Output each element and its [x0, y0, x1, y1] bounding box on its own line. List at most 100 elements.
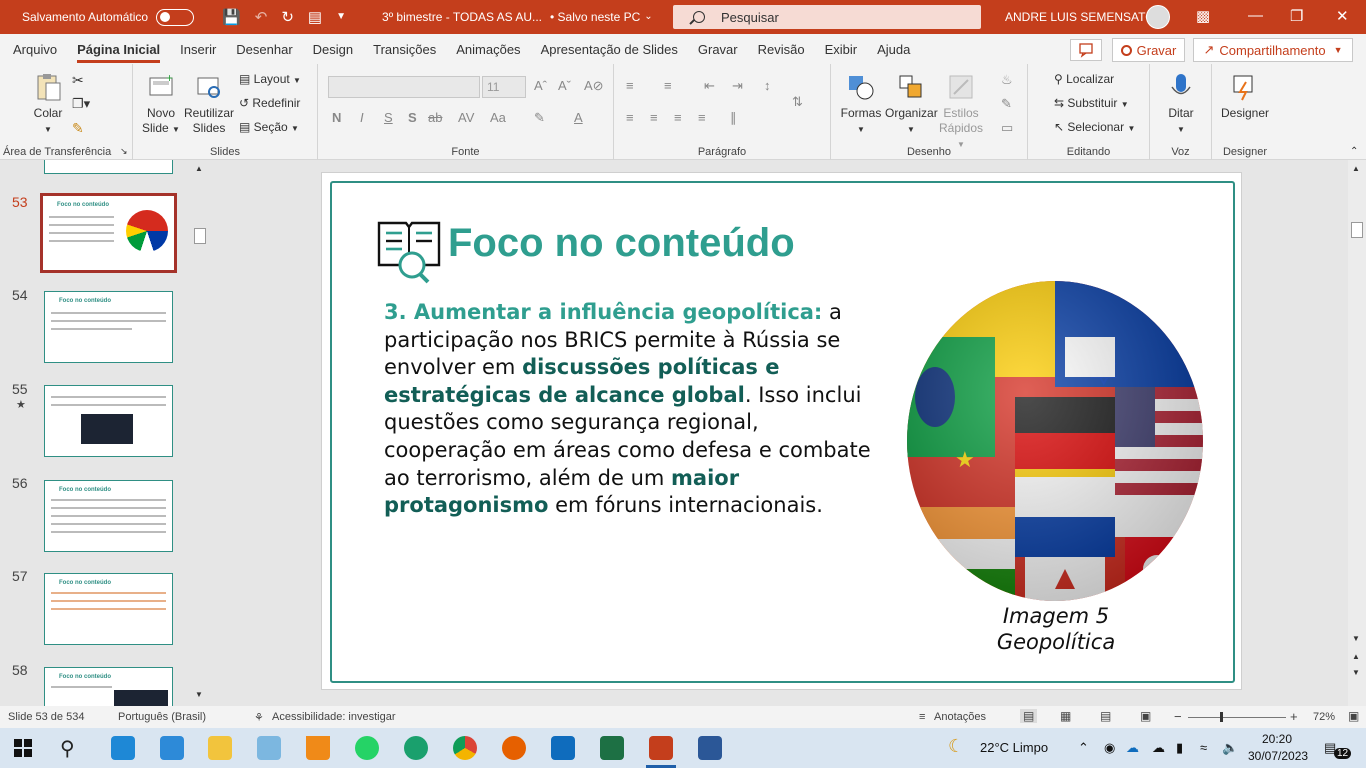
slide-thumbnail-53[interactable]: Foco no conteúdo [40, 193, 177, 273]
language-indicator[interactable]: Português (Brasil) [118, 711, 206, 723]
new-slide-button[interactable]: + Novo Slide ▼ [139, 72, 183, 137]
slide-thumbnail-58[interactable]: Foco no conteúdo [44, 667, 173, 707]
user-name[interactable]: ANDRE LUIS SEMENSATO [1005, 10, 1155, 24]
reuse-slides-button[interactable]: Reutilizar Slides [183, 72, 235, 136]
share-button[interactable]: ↗ Compartilhamento ▼ [1193, 38, 1353, 62]
zoom-slider[interactable] [1188, 717, 1286, 718]
save-status[interactable]: • Salvo neste PC [550, 10, 640, 24]
previous-slide-icon[interactable]: ▲ [1352, 652, 1360, 661]
avatar[interactable] [1146, 5, 1170, 29]
decrease-font-icon[interactable]: Aˇ [558, 78, 571, 93]
autosave-toggle[interactable] [156, 8, 195, 26]
present-icon[interactable]: ▤ [308, 10, 322, 25]
firefox-icon[interactable] [502, 736, 526, 760]
font-name-box[interactable] [328, 76, 480, 98]
thumbnail-partial[interactable] [44, 160, 173, 174]
dialog-launcher-icon[interactable]: ↘ [120, 146, 128, 157]
cloud-icon[interactable]: ☁ [1152, 740, 1165, 756]
accessibility-status[interactable]: Acessibilidade: investigar [272, 711, 396, 723]
reset-button[interactable]: ↺ Redefinir [239, 96, 300, 110]
scroll-up-icon[interactable]: ▲ [1352, 164, 1360, 173]
slide-sorter-icon[interactable]: ▦ [1060, 709, 1071, 723]
strikethrough-button[interactable]: ab [428, 110, 442, 125]
widgets-icon[interactable] [111, 736, 135, 760]
teams-icon[interactable] [160, 736, 184, 760]
align-right-icon[interactable]: ≡ [674, 110, 682, 125]
zoom-out-icon[interactable]: − [1174, 709, 1182, 724]
notes-icon[interactable]: ≡ [919, 711, 925, 723]
format-painter-icon[interactable]: ✎ [72, 120, 84, 137]
tab-inserir[interactable]: Inserir [180, 42, 216, 57]
normal-view-icon[interactable]: ▤ [1020, 709, 1038, 723]
justify-icon[interactable]: ≡ [698, 110, 706, 125]
file-explorer-icon[interactable] [208, 736, 232, 760]
slide-thumbnail-57[interactable]: Foco no conteúdo [44, 573, 173, 645]
weather-text[interactable]: 22°C Limpo [980, 740, 1048, 755]
scroll-up-icon[interactable]: ▲ [195, 164, 203, 173]
notes-button[interactable]: Anotações [934, 711, 986, 723]
tab-ajuda[interactable]: Ajuda [877, 42, 910, 57]
slide-thumbnail-55[interactable] [44, 385, 173, 457]
designer-button[interactable]: Designer [1216, 72, 1274, 121]
tab-exibir[interactable]: Exibir [825, 42, 858, 57]
next-slide-icon[interactable]: ▼ [1352, 668, 1360, 677]
align-center-icon[interactable]: ≡ [650, 110, 658, 125]
align-left-icon[interactable]: ≡ [626, 110, 634, 125]
select-button[interactable]: ↖ Selecionar ▼ [1054, 120, 1135, 134]
shape-effects-icon[interactable]: ▭ [1001, 120, 1013, 136]
copy-icon[interactable]: ❐▾ [72, 96, 90, 112]
search-icon[interactable]: ⚲ [60, 736, 84, 760]
layout-button[interactable]: ▤ Layout ▼ [239, 72, 301, 86]
bullets-icon[interactable]: ≡ [626, 78, 634, 93]
tab-transicoes[interactable]: Transições [373, 42, 436, 57]
tab-apresentacao[interactable]: Apresentação de Slides [541, 42, 678, 57]
slide-scrollbar[interactable]: ▲ ▼ ▲ ▼ [1348, 160, 1366, 706]
change-case-icon[interactable]: Aa [490, 110, 506, 125]
line-spacing-icon[interactable]: ↕ [764, 78, 771, 93]
comments-button[interactable] [1070, 39, 1102, 61]
accessibility-icon[interactable]: ⚘ [254, 711, 264, 724]
font-color-icon[interactable]: A [574, 110, 583, 125]
camera-icon[interactable]: ◉ [1104, 740, 1115, 756]
cut-icon[interactable]: ✂ [72, 72, 84, 89]
section-button[interactable]: ▤ Seção ▼ [239, 120, 299, 134]
scroll-down-icon[interactable]: ▼ [195, 690, 203, 699]
shape-outline-icon[interactable]: ✎ [1001, 96, 1012, 112]
vlc-icon[interactable] [306, 736, 330, 760]
powerpoint-icon[interactable] [649, 736, 673, 760]
search-box[interactable]: Pesquisar [673, 5, 981, 29]
chevron-down-icon[interactable]: ⌄ [644, 12, 652, 22]
scroll-thumb[interactable] [194, 228, 206, 244]
slide-53[interactable]: Foco no conteúdo 3. Aumentar a influênci… [321, 172, 1242, 690]
bold-button[interactable]: N [332, 110, 341, 125]
tab-arquivo[interactable]: Arquivo [13, 42, 57, 57]
zoom-level[interactable]: 72% [1313, 711, 1335, 723]
word-icon[interactable] [698, 736, 722, 760]
clear-format-icon[interactable]: A⊘ [584, 78, 604, 94]
numbering-icon[interactable]: ≡ [664, 78, 672, 93]
redo-icon[interactable]: ↻ [281, 10, 294, 25]
scroll-thumb[interactable] [1351, 222, 1363, 238]
chrome-icon[interactable] [453, 736, 477, 760]
battery-icon[interactable]: ▮ [1176, 740, 1183, 756]
edge-icon[interactable] [404, 736, 428, 760]
tab-animacoes[interactable]: Animações [456, 42, 520, 57]
undo-icon[interactable]: ↶ [255, 10, 268, 25]
slide-thumbnail-54[interactable]: Foco no conteúdo [44, 291, 173, 363]
ribbon-display-icon[interactable]: ▩ [1196, 7, 1210, 25]
windows-start-icon[interactable] [14, 739, 32, 757]
zoom-slider-thumb[interactable] [1220, 712, 1223, 722]
shadow-button[interactable]: S [408, 110, 417, 125]
chevron-up-icon[interactable]: ⌃ [1078, 740, 1089, 756]
tab-desenhar[interactable]: Desenhar [236, 42, 292, 57]
record-button[interactable]: Gravar [1112, 38, 1185, 62]
thumbnail-scrollbar[interactable]: ▲ ▼ [192, 162, 208, 704]
clock-time[interactable]: 20:20 [1262, 732, 1292, 746]
save-icon[interactable]: 💾 [222, 10, 241, 25]
image-caption[interactable]: Imagem 5 Geopolítica [976, 603, 1136, 655]
quick-styles-button[interactable]: Estilos Rápidos ▼ [937, 72, 985, 152]
italic-button[interactable]: I [360, 110, 364, 125]
weather-icon[interactable]: ☾ [948, 736, 964, 757]
restore-icon[interactable]: ❐ [1290, 7, 1303, 25]
excel-icon[interactable] [600, 736, 624, 760]
